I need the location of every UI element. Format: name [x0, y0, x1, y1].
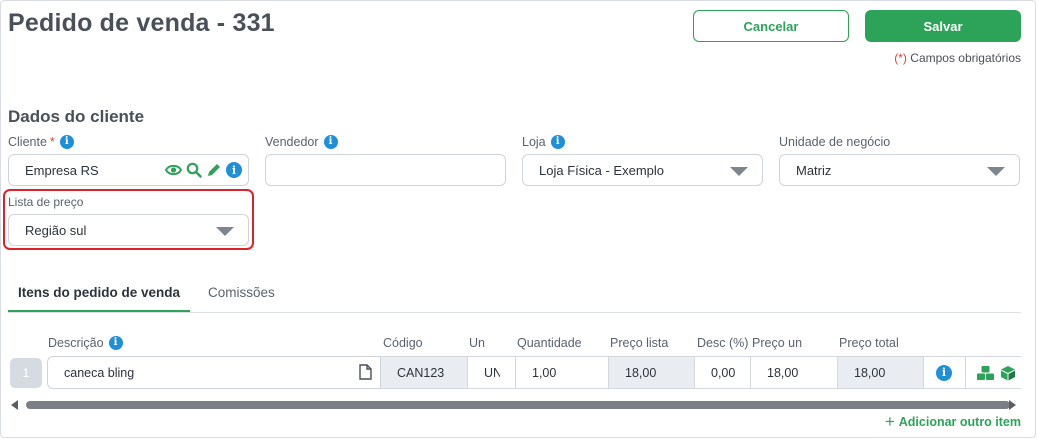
loja-label-text: Loja: [522, 135, 546, 149]
item-actions-cell: [965, 356, 1021, 389]
cancel-button[interactable]: Cancelar: [693, 10, 849, 42]
vendedor-label: Vendedor i: [265, 135, 338, 149]
document-icon[interactable]: [359, 364, 372, 380]
unidade-value: Matriz: [796, 162, 832, 178]
cliente-label-text: Cliente: [8, 135, 47, 149]
search-icon[interactable]: [186, 162, 202, 178]
scroll-left-arrow[interactable]: [11, 400, 18, 410]
item-desconto[interactable]: 0,00: [694, 356, 750, 389]
cliente-value: Empresa RS: [25, 162, 99, 178]
item-info-cell: i: [923, 356, 965, 389]
info-icon[interactable]: i: [550, 135, 565, 149]
required-note-text: Campos obrigatórios: [910, 51, 1021, 65]
required-fields-note: (*) Campos obrigatórios: [894, 51, 1021, 65]
info-icon[interactable]: i: [226, 162, 242, 178]
plus-icon: +: [884, 412, 895, 431]
row-number: 1: [10, 358, 42, 388]
cliente-label: Cliente * i: [8, 135, 74, 149]
required-asterisk: *: [49, 135, 55, 149]
col-header-desc: Desc (%): [697, 336, 749, 350]
item-descricao-value: caneca bling: [64, 365, 135, 380]
add-item-label: Adicionar outro item: [898, 414, 1021, 429]
loja-select[interactable]: Loja Física - Exemplo: [522, 154, 763, 186]
chevron-down-icon: [987, 167, 1005, 176]
cube-icon[interactable]: [1000, 365, 1016, 381]
info-icon[interactable]: i: [59, 135, 74, 149]
col-header-preco-un: Preço un: [752, 336, 803, 350]
info-icon[interactable]: i: [936, 364, 952, 381]
required-note-asterisk: (*): [894, 51, 907, 65]
tab-comissoes[interactable]: Comissões: [198, 285, 285, 313]
tab-divider: [8, 312, 1021, 313]
loja-value: Loja Física - Exemplo: [539, 162, 664, 178]
lista-preco-select[interactable]: Região sul: [8, 214, 249, 246]
chevron-down-icon: [730, 167, 748, 176]
item-preco-un[interactable]: 18,00: [750, 356, 837, 389]
col-header-un: Un: [469, 336, 485, 350]
item-descricao-input[interactable]: caneca bling: [47, 356, 381, 389]
col-header-descricao-text: Descrição: [48, 336, 104, 350]
item-unidade[interactable]: UN: [467, 356, 515, 389]
col-header-descricao: Descrição i: [48, 336, 123, 350]
scroll-right-arrow[interactable]: [1009, 400, 1016, 410]
lista-preco-value: Região sul: [25, 222, 87, 238]
unidade-label-text: Unidade de negócio: [779, 135, 891, 149]
col-header-preco-total: Preço total: [839, 336, 899, 350]
tab-itens-pedido[interactable]: Itens do pedido de venda: [8, 285, 191, 313]
loja-label: Loja i: [522, 135, 565, 149]
horizontal-scrollbar[interactable]: [26, 401, 1010, 409]
info-icon[interactable]: i: [108, 336, 123, 350]
item-preco-total: 18,00: [837, 356, 923, 389]
info-icon[interactable]: i: [323, 135, 338, 149]
eye-icon[interactable]: [165, 163, 182, 177]
lista-preco-label-text: Lista de preço: [8, 195, 84, 209]
unidade-select[interactable]: Matriz: [779, 154, 1020, 186]
item-quantidade[interactable]: 1,00: [515, 356, 608, 389]
item-unidade-value: UN: [484, 365, 500, 380]
tab-bar: Itens do pedido de venda Comissões: [8, 285, 285, 313]
client-section-title: Dados do cliente: [8, 107, 145, 126]
boxes-icon[interactable]: [976, 365, 995, 381]
save-button[interactable]: Salvar: [865, 10, 1021, 42]
item-codigo[interactable]: CAN123: [381, 356, 467, 389]
item-preco-lista: 18,00: [608, 356, 694, 389]
cliente-field[interactable]: Empresa RS i: [8, 154, 249, 186]
col-header-codigo: Código: [383, 336, 423, 350]
col-header-preco-lista: Preço lista: [610, 336, 669, 350]
add-item-link[interactable]: + Adicionar outro item: [885, 413, 1021, 430]
chevron-down-icon: [216, 227, 234, 236]
vendedor-field[interactable]: [265, 154, 506, 186]
vendedor-label-text: Vendedor: [265, 135, 319, 149]
pencil-icon[interactable]: [206, 162, 222, 178]
unidade-label: Unidade de negócio: [779, 135, 890, 149]
page-title: Pedido de venda - 331: [8, 9, 275, 37]
lista-preco-label: Lista de preço: [8, 195, 83, 209]
col-header-quantidade: Quantidade: [517, 336, 582, 350]
